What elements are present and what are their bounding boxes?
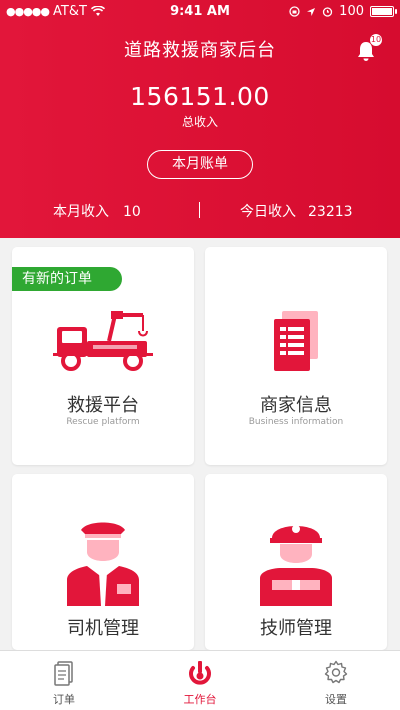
month-income-value: 10 bbox=[123, 204, 141, 220]
card-subtitle: Business information bbox=[248, 417, 344, 427]
notification-button[interactable]: 10 bbox=[356, 34, 382, 62]
tab-bar: 订单 工作台 设置 bbox=[0, 650, 400, 710]
battery-icon bbox=[370, 6, 397, 17]
notification-badge: 10 bbox=[370, 34, 382, 46]
card-driver-management[interactable]: 司机管理 bbox=[12, 474, 194, 650]
month-income: 本月收入 10 bbox=[53, 201, 141, 221]
tab-label: 设置 bbox=[325, 693, 347, 706]
documents-icon bbox=[205, 309, 387, 379]
header: ●●●●● AT&T 9:41 AM 100 道路救援商家后台 10 15615… bbox=[0, 0, 400, 238]
driver-icon bbox=[12, 518, 194, 618]
orientation-lock-icon bbox=[289, 6, 300, 17]
order-icon bbox=[14, 660, 114, 686]
tab-label: 工作台 bbox=[183, 693, 217, 706]
total-income-label: 总收入 bbox=[181, 115, 218, 129]
page-title: 道路救援商家后台 bbox=[124, 40, 276, 61]
tab-orders[interactable]: 订单 bbox=[14, 651, 114, 710]
month-income-label: 本月收入 bbox=[53, 204, 109, 220]
battery-label: 100 bbox=[339, 4, 364, 19]
workbench-icon bbox=[150, 660, 250, 686]
card-title: 救援平台 bbox=[67, 395, 139, 416]
tow-truck-icon bbox=[12, 309, 194, 379]
today-income-value: 23213 bbox=[308, 204, 353, 220]
gear-icon bbox=[286, 660, 386, 686]
monthly-bill-button[interactable]: 本月账单 bbox=[147, 150, 253, 179]
card-business-information[interactable]: 商家信息 Business information bbox=[205, 247, 387, 465]
alarm-icon bbox=[323, 7, 333, 17]
status-bar: ●●●●● AT&T 9:41 AM 100 bbox=[0, 0, 400, 24]
card-title: 技师管理 bbox=[260, 618, 332, 639]
card-technician-management[interactable]: 技师管理 bbox=[205, 474, 387, 650]
card-title: 司机管理 bbox=[67, 618, 139, 639]
status-right: 100 bbox=[289, 4, 397, 19]
tab-workbench[interactable]: 工作台 bbox=[150, 651, 250, 710]
location-icon bbox=[307, 7, 316, 16]
new-order-tag: 有新的订单 bbox=[12, 267, 122, 291]
tab-settings[interactable]: 设置 bbox=[286, 651, 386, 710]
total-income-value: 156151.00 bbox=[130, 82, 270, 111]
technician-icon bbox=[205, 518, 387, 618]
card-subtitle: Rescue platform bbox=[66, 417, 140, 427]
card-title: 商家信息 bbox=[260, 395, 332, 416]
tab-label: 订单 bbox=[53, 693, 75, 706]
today-income-label: 今日收入 bbox=[240, 204, 296, 220]
stats-divider bbox=[199, 202, 200, 218]
today-income: 今日收入 23213 bbox=[240, 201, 353, 221]
